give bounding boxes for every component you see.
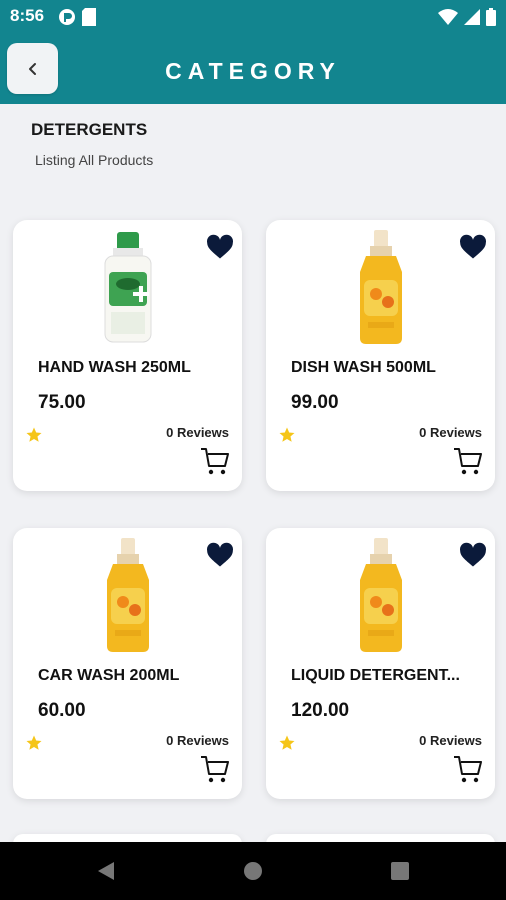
star-icon	[279, 735, 295, 750]
system-navigation-bar	[0, 842, 506, 900]
review-count: 0 Reviews	[166, 733, 229, 748]
nav-recents-icon[interactable]	[391, 862, 409, 880]
heart-icon[interactable]	[459, 234, 487, 262]
product-card[interactable]: HAND WASH 250ML 75.00 0 Reviews	[13, 220, 242, 491]
star-icon	[279, 427, 295, 442]
wifi-icon	[438, 9, 458, 25]
review-count: 0 Reviews	[166, 425, 229, 440]
product-price: 120.00	[291, 700, 350, 721]
review-count: 0 Reviews	[419, 425, 482, 440]
heart-icon[interactable]	[459, 542, 487, 570]
cart-icon[interactable]	[453, 446, 483, 476]
product-name: LIQUID DETERGENT...	[291, 667, 460, 684]
battery-icon	[486, 8, 496, 26]
signal-icon	[464, 9, 480, 25]
app-notification-icon	[59, 9, 75, 25]
nav-back-icon[interactable]	[97, 861, 115, 881]
product-card[interactable]: DISH WASH 500ML 99.00 0 Reviews	[266, 220, 495, 491]
star-icon	[26, 427, 42, 442]
page-title: CATEGORY	[165, 58, 341, 84]
heart-icon[interactable]	[206, 542, 234, 570]
cart-icon[interactable]	[200, 446, 230, 476]
yellow-spray-bottle-image	[107, 538, 149, 652]
product-price: 75.00	[38, 392, 86, 413]
app-bar: CATEGORY	[0, 34, 506, 104]
status-bar: 8:56	[0, 0, 506, 34]
product-card[interactable]: CAR WASH 200ML 60.00 0 Reviews	[13, 528, 242, 799]
status-time: 8:56	[10, 6, 45, 25]
yellow-spray-bottle-image	[360, 538, 402, 652]
sd-card-icon	[82, 8, 96, 26]
status-system-icons	[438, 8, 496, 26]
product-price: 60.00	[38, 700, 86, 721]
category-subtitle: Listing All Products	[35, 152, 154, 168]
product-name: CAR WASH 200ML	[38, 667, 180, 684]
cart-icon[interactable]	[453, 754, 483, 784]
product-name: HAND WASH 250ML	[38, 359, 191, 376]
product-card[interactable]: LIQUID DETERGENT... 120.00 0 Reviews	[266, 528, 495, 799]
review-count: 0 Reviews	[419, 733, 482, 748]
heart-icon[interactable]	[206, 234, 234, 262]
nav-home-icon[interactable]	[244, 862, 262, 880]
yellow-spray-bottle-image	[360, 230, 402, 344]
product-price: 99.00	[291, 392, 339, 413]
handwash-bottle-image	[104, 232, 152, 343]
category-title: DETERGENTS	[31, 120, 148, 139]
star-icon	[26, 735, 42, 750]
status-notification-icons	[58, 8, 96, 26]
product-name: DISH WASH 500ML	[291, 359, 436, 376]
cart-icon[interactable]	[200, 754, 230, 784]
